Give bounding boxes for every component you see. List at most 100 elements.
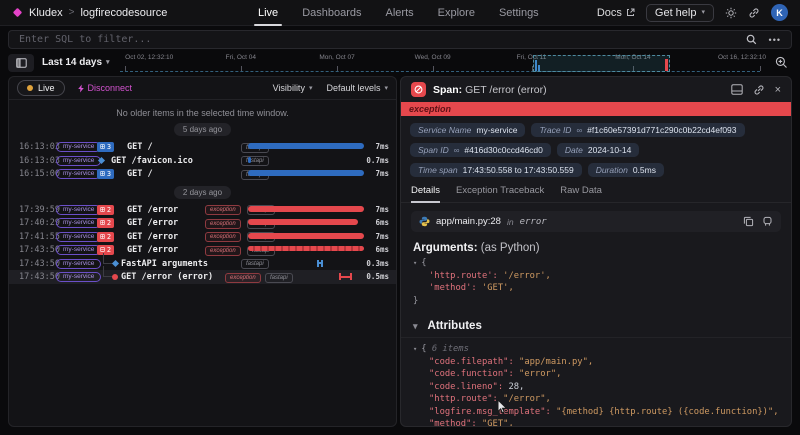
trace-id-badge[interactable]: Trace ID ∞ #f1c60e57391d771c290c0b22cd4e…	[531, 123, 744, 137]
search-icon[interactable]	[746, 34, 757, 45]
code-file-reference[interactable]: app/main.py:28	[436, 216, 501, 227]
duration-marker	[339, 273, 352, 280]
span-title: GET /error	[127, 218, 178, 228]
trace-row[interactable]: 17:39:59 my-service ⊞2 GET /error except…	[9, 203, 396, 217]
trace-row-expanded[interactable]: 17:43:50 my-service ⊟2 GET /error except…	[9, 243, 396, 257]
span-diamond-icon	[112, 259, 119, 266]
disconnect-button[interactable]: Disconnect	[77, 83, 133, 93]
live-toggle-button[interactable]: Live	[17, 80, 65, 96]
trace-row-child[interactable]: 17:43:50 my-service FastAPI arguments fa…	[9, 257, 396, 271]
row-duration: 7ms	[375, 232, 389, 241]
time-range-select[interactable]: Last 14 days ▾	[42, 57, 114, 68]
span-detail-title: Span: GET /error (error)	[433, 84, 547, 96]
close-icon[interactable]: ×	[775, 84, 781, 96]
fold-caret-icon[interactable]: ▾	[413, 345, 417, 353]
span-id-badge[interactable]: Span ID ∞ #416d30c0ccd46cd0	[410, 143, 551, 157]
github-icon[interactable]	[762, 216, 773, 227]
expand-icon: ⊞	[100, 219, 105, 227]
span-count-badge[interactable]: ⊞2	[97, 232, 114, 242]
span-count-badge[interactable]: ⊞3	[97, 142, 114, 152]
code-function-name: error	[520, 217, 547, 227]
trace-row[interactable]: 16:13:03 my-service ⊞3 GET / fastapi 7ms	[9, 140, 396, 154]
duration-bar	[248, 206, 364, 212]
row-timestamp: 17:43:50	[19, 272, 60, 282]
get-help-button[interactable]: Get help ▾	[646, 4, 714, 22]
service-tag[interactable]: my-service	[56, 272, 101, 282]
share-link-icon[interactable]	[748, 7, 760, 19]
breadcrumb: Kludex > logfirecodesource	[12, 7, 167, 19]
tab-live[interactable]: Live	[258, 0, 278, 26]
row-timestamp: 17:41:55	[19, 232, 60, 242]
trace-row[interactable]: 17:40:29 my-service ⊞2 GET /error except…	[9, 216, 396, 230]
theme-toggle-icon[interactable]	[725, 7, 737, 19]
service-tag[interactable]: my-service	[56, 218, 101, 228]
row-duration: 7ms	[375, 142, 389, 151]
exception-tag: exception	[205, 232, 241, 242]
chevron-down-icon: ▾	[106, 59, 110, 66]
time-ago-chip: 2 days ago	[174, 186, 231, 199]
span-count-badge[interactable]: ⊞2	[97, 205, 114, 215]
default-levels-dropdown[interactable]: Default levels ▾	[326, 83, 388, 93]
user-avatar[interactable]: K	[771, 4, 788, 21]
logfire-logo-icon[interactable]	[12, 7, 23, 18]
copy-link-icon[interactable]	[753, 84, 765, 96]
section-caret-icon[interactable]: ▾	[413, 321, 418, 332]
span-count-badge[interactable]: ⊞3	[97, 169, 114, 179]
tab-raw-data[interactable]: Raw Data	[560, 185, 602, 202]
sql-filter-input[interactable]: Enter SQL to filter...	[19, 34, 151, 45]
row-timestamp: 17:40:29	[19, 218, 60, 228]
visibility-dropdown[interactable]: Visibility ▾	[273, 83, 313, 93]
code-location-bar: app/main.py:28 in error	[411, 211, 781, 232]
expand-icon: ⊞	[100, 206, 105, 214]
timeline-tick-label: Oct 16, 12:32:10	[718, 54, 766, 61]
dock-panel-icon[interactable]	[731, 84, 743, 95]
timeline-tick-label: Oct 02, 12:32:10	[125, 54, 173, 61]
row-duration: 0.5ms	[366, 272, 389, 281]
service-tag[interactable]: my-service	[56, 142, 101, 152]
span-count-badge[interactable]: ⊞2	[97, 218, 114, 228]
tab-exception-traceback[interactable]: Exception Traceback	[456, 185, 544, 202]
zoom-in-icon[interactable]	[770, 56, 792, 69]
duration-bar	[248, 246, 364, 251]
time-ago-chip: 5 days ago	[174, 123, 231, 136]
docs-link[interactable]: Docs	[597, 7, 635, 19]
breadcrumb-project[interactable]: logfirecodesource	[80, 7, 167, 19]
sidebar-toggle-button[interactable]	[8, 54, 34, 72]
service-tag[interactable]: my-service	[56, 245, 101, 255]
error-dot-icon	[112, 274, 118, 280]
trace-row-child-selected[interactable]: 17:43:50 my-service GET /error (error) e…	[9, 270, 396, 284]
trace-row[interactable]: 16:15:00 my-service ⊞3 GET / fastapi 7ms	[9, 167, 396, 181]
sql-filter-bar[interactable]: Enter SQL to filter... •••	[8, 30, 792, 49]
timeline-bar: Last 14 days ▾ Oct 02, 12:32:10 Fri, Oct…	[8, 53, 792, 72]
more-options-icon[interactable]: •••	[769, 35, 781, 45]
arguments-code-block: ▾{ 'http.route': '/error', 'method': 'GE…	[401, 255, 791, 311]
tab-dashboards[interactable]: Dashboards	[302, 0, 361, 26]
attributes-heading[interactable]: ▾ Attributes	[401, 311, 791, 338]
timeline-track[interactable]: Oct 02, 12:32:10 Fri, Oct 04 Mon, Oct 07…	[120, 53, 766, 72]
tab-settings[interactable]: Settings	[499, 0, 539, 26]
trace-row[interactable]: 17:41:55 my-service ⊞2 GET /error except…	[9, 230, 396, 244]
service-tag[interactable]: my-service	[56, 169, 101, 179]
service-tag[interactable]: my-service	[56, 205, 101, 215]
timeline-selection[interactable]	[533, 55, 671, 72]
detail-tabs: Details Exception Traceback Raw Data	[401, 182, 791, 203]
service-tag[interactable]: my-service	[56, 259, 101, 269]
breadcrumb-org[interactable]: Kludex	[29, 7, 63, 19]
tab-details[interactable]: Details	[411, 185, 440, 203]
breadcrumb-separator: >	[69, 7, 75, 18]
tab-explore[interactable]: Explore	[438, 0, 475, 26]
error-spike	[665, 59, 668, 71]
trace-row[interactable]: 16:13:03 my-service GET /favicon.ico fas…	[9, 154, 396, 168]
service-tag[interactable]: my-service	[56, 156, 101, 166]
fold-caret-icon[interactable]: ▾	[413, 259, 417, 267]
external-link-icon	[626, 8, 635, 17]
duration-bar	[248, 233, 364, 239]
row-duration: 6ms	[375, 218, 389, 227]
tab-alerts[interactable]: Alerts	[386, 0, 414, 26]
span-title: GET /error	[127, 245, 178, 255]
exception-tag: exception	[205, 205, 241, 215]
top-navigation-bar: Kludex > logfirecodesource Live Dashboar…	[0, 0, 800, 26]
exception-tag: exception	[205, 219, 241, 229]
copy-icon[interactable]	[743, 216, 754, 227]
service-tag[interactable]: my-service	[56, 232, 101, 242]
